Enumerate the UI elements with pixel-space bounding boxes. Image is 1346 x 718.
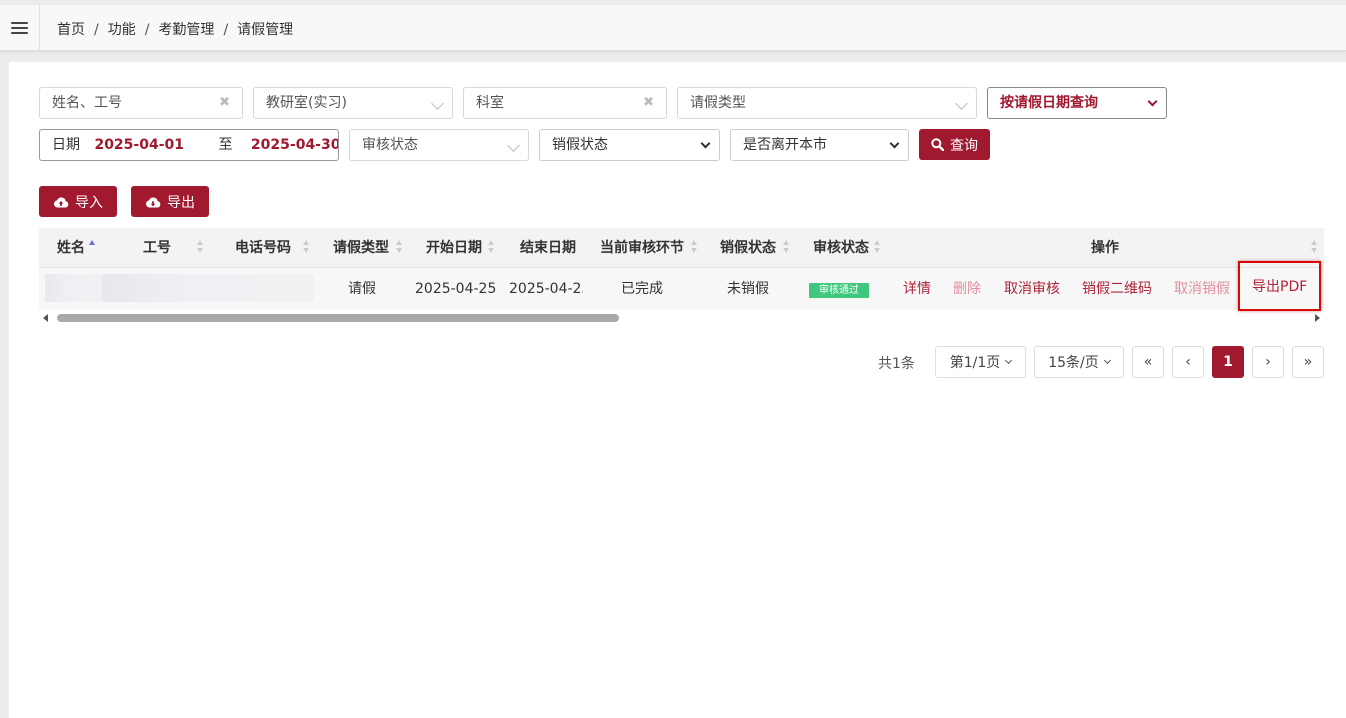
cancel-status-select[interactable]: 销假状态 [539,129,720,161]
caret-down-icon [1103,356,1111,364]
sort-icon[interactable] [783,240,790,255]
double-left-icon: « [1143,354,1153,370]
export-button[interactable]: 导出 [131,186,209,217]
col-employee-id[interactable]: 工号 [143,228,171,268]
sort-icon[interactable] [1311,240,1318,255]
delete-link[interactable]: 删除 [953,268,981,310]
sort-icon[interactable] [303,240,310,255]
cloud-download-icon [145,196,161,207]
total-count: 共1条 [878,356,915,372]
chevron-down-icon [700,138,711,149]
table-row: 请假 2025-04-25 2025-04-25 已完成 未销假 审核通过 详情… [39,261,1324,311]
col-start-date[interactable]: 开始日期 [426,228,482,268]
detail-link[interactable]: 详情 [903,268,931,310]
breadcrumb-leave-management: 请假管理 [237,22,294,38]
review-status-select[interactable]: 审核状态 [349,129,529,161]
breadcrumb-home[interactable]: 首页 [57,22,85,38]
date-to[interactable]: 2025-04-30 [251,137,338,153]
clear-icon[interactable]: ✖ [643,88,654,118]
chevron-down-icon [889,138,900,149]
horizontal-scrollbar[interactable] [39,312,1324,324]
breadcrumb: 首页 / 功能 / 考勤管理 / 请假管理 [57,22,294,38]
page-info-dropdown[interactable]: 第1/1页 [935,346,1026,378]
first-page-button[interactable]: « [1132,346,1164,378]
col-leave-type[interactable]: 请假类型 [333,228,389,268]
current-page-button[interactable]: 1 [1212,346,1244,378]
status-badge: 审核通过 [809,283,869,298]
chevron-down-icon [507,139,520,152]
office-input[interactable]: 科室 ✖ [463,87,667,119]
next-page-button[interactable]: › [1252,346,1284,378]
chevron-down-icon [1147,96,1158,107]
search-icon [931,138,944,151]
date-from[interactable]: 2025-04-01 [94,137,184,153]
top-bar: 首页 / 功能 / 考勤管理 / 请假管理 [0,5,1346,51]
table-header: 姓名 工号 电话号码 请假类型 开始日期 结束日期 当前审核环节 销假状态 审核… [39,228,1324,268]
col-phone[interactable]: 电话号码 [235,228,291,268]
col-actions: 操作 [1091,240,1119,256]
col-end-date[interactable]: 结束日期 [520,228,576,268]
prev-page-button[interactable]: ‹ [1172,346,1204,378]
last-page-button[interactable]: » [1292,346,1324,378]
breadcrumb-function[interactable]: 功能 [108,22,136,38]
breadcrumb-attendance[interactable]: 考勤管理 [158,22,214,38]
col-name[interactable]: 姓名 [57,228,85,268]
cloud-upload-icon [53,196,69,207]
chevron-down-icon [431,97,444,110]
redacted-name [45,274,102,302]
page-size-dropdown[interactable]: 15条/页 [1034,346,1124,378]
sort-icon[interactable] [396,240,403,255]
clear-icon[interactable]: ✖ [219,88,230,118]
cell-cancel-status: 未销假 [727,281,769,297]
sort-icon[interactable] [488,240,495,255]
revoke-cancel-link[interactable]: 取消销假 [1174,268,1230,310]
menu-toggle-button[interactable] [0,5,40,51]
caret-down-icon [1005,356,1013,364]
col-current-step[interactable]: 当前审核环节 [600,228,684,268]
import-button[interactable]: 导入 [39,186,117,217]
cell-current-step: 已完成 [621,281,663,297]
sort-asc-icon[interactable] [89,240,96,255]
sort-icon[interactable] [874,240,881,255]
cell-end-date: 2025-04-25 [509,281,583,297]
scroll-left-icon[interactable] [43,314,48,322]
chevron-down-icon [955,97,968,110]
col-review-status[interactable]: 审核状态 [813,228,869,268]
query-mode-select[interactable]: 按请假日期查询 [987,87,1167,119]
redacted-id-phone [102,274,314,302]
cancel-review-link[interactable]: 取消审核 [1004,268,1060,310]
cell-start-date: 2025-04-25 [415,281,497,297]
department-select[interactable]: 教研室(实习) [253,87,453,119]
leave-type-select[interactable]: 请假类型 [677,87,977,119]
export-pdf-link[interactable]: 导出PDF [1238,261,1322,311]
col-cancel-status[interactable]: 销假状态 [720,228,776,268]
scroll-right-icon[interactable] [1315,314,1320,322]
hamburger-icon [11,21,28,35]
cell-leave-type: 请假 [348,281,376,297]
search-button[interactable]: 查询 [919,129,990,160]
chevron-right-icon: › [1265,354,1271,370]
name-search-input[interactable]: 姓名、工号 ✖ [39,87,243,119]
double-right-icon: » [1303,354,1313,370]
chevron-left-icon: ‹ [1185,354,1191,370]
date-range-input[interactable]: 日期 2025-04-01 至 2025-04-30 [39,129,339,161]
sort-icon[interactable] [691,240,698,255]
scrollbar-thumb[interactable] [57,314,619,322]
cancel-qrcode-link[interactable]: 销假二维码 [1082,268,1152,310]
leave-table: 姓名 工号 电话号码 请假类型 开始日期 结束日期 当前审核环节 销假状态 审核… [39,228,1324,326]
sort-icon[interactable] [197,240,204,255]
leave-city-select[interactable]: 是否离开本市 [730,129,909,161]
